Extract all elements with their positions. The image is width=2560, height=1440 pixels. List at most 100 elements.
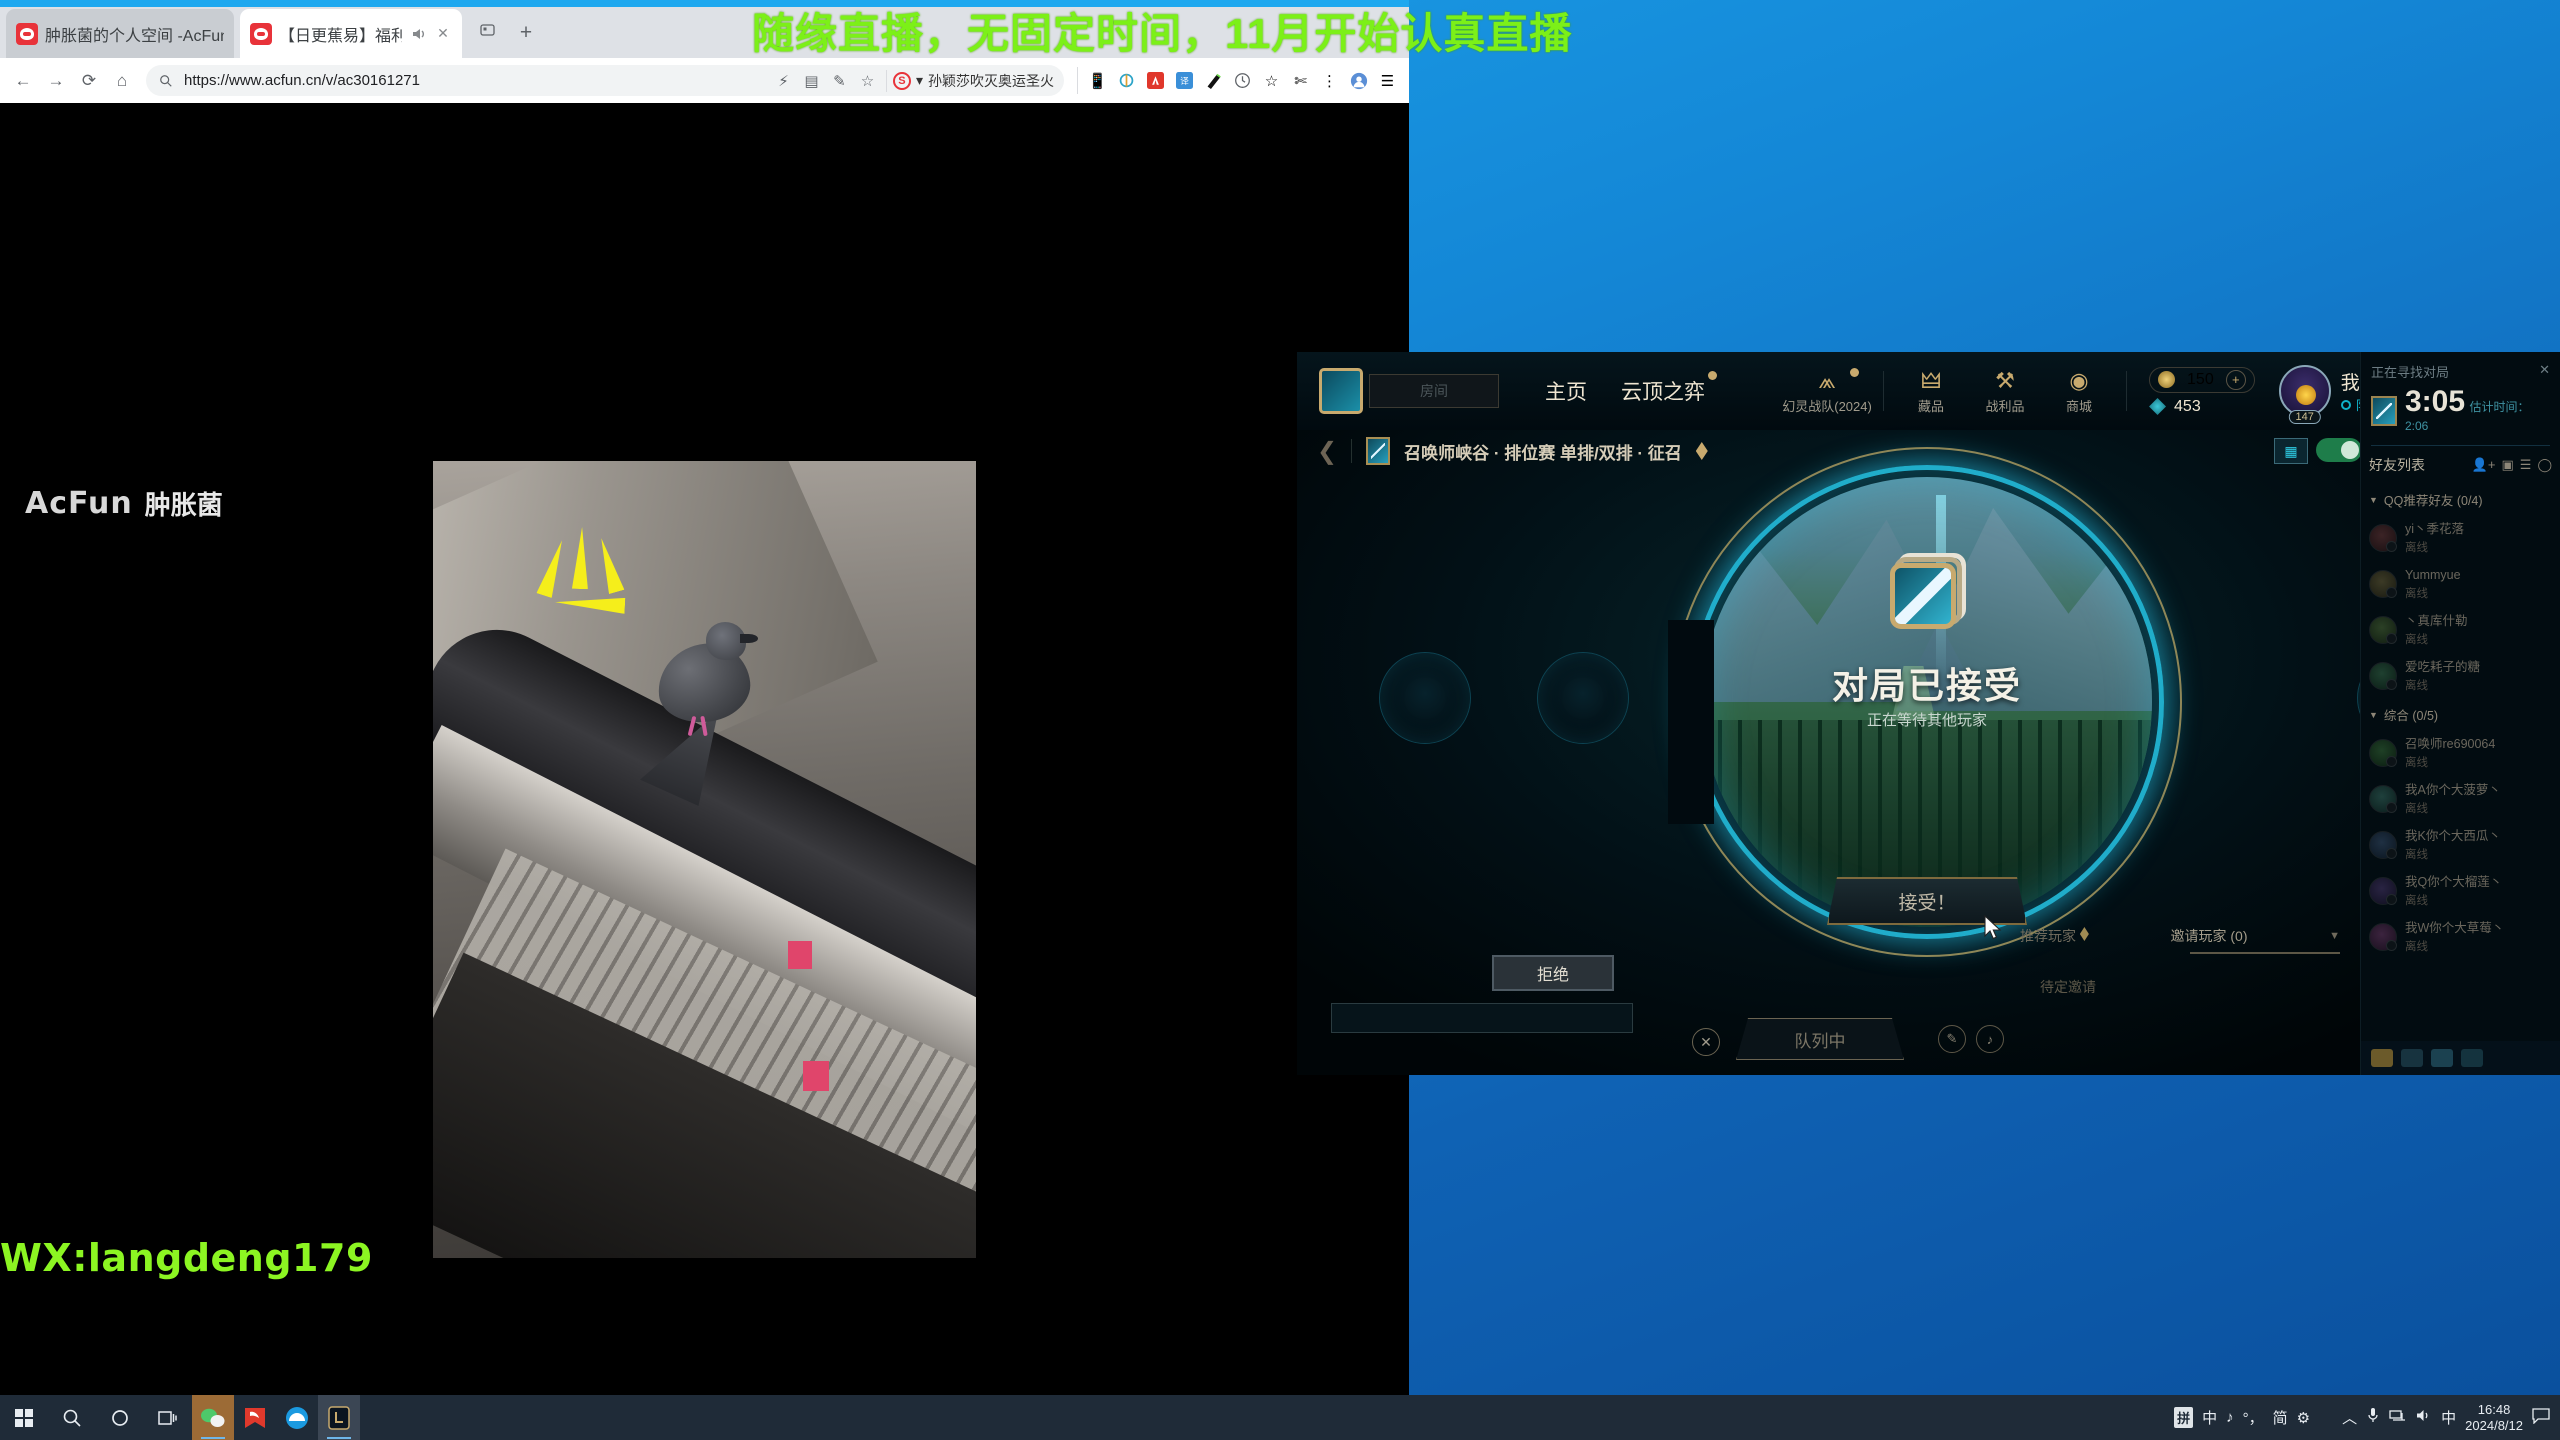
more-menu-icon[interactable]: ⋮ [1316, 67, 1343, 94]
friend-list-item[interactable]: 我A你个大菠萝丶 离线 [2361, 776, 2560, 822]
volume-icon[interactable] [2415, 1408, 2432, 1427]
list-icon[interactable]: ☰ [2520, 457, 2532, 473]
ime-pinyin-indicator[interactable]: 拼 [2174, 1407, 2194, 1428]
emote-icon[interactable] [2371, 1049, 2393, 1067]
qq-browser-icon[interactable] [276, 1395, 318, 1440]
avatar [2369, 524, 2397, 552]
recommend-players-tab[interactable]: 推荐玩家 [2020, 926, 2089, 946]
ime-punctuation-icon[interactable]: °， [2243, 1407, 2264, 1428]
edit-icon[interactable]: ✎ [1938, 1025, 1966, 1053]
color-icon[interactable] [1113, 67, 1140, 94]
task-view-icon[interactable] [144, 1395, 192, 1440]
friend-name: 爱吃耗子的糖 [2405, 660, 2481, 674]
nav-tft[interactable]: 云顶之弈 [1621, 371, 1717, 406]
mic-icon[interactable] [2366, 1407, 2380, 1428]
party-toggle[interactable] [2316, 438, 2362, 462]
bolt-icon[interactable]: ⚡ [774, 71, 793, 90]
chat-icon[interactable] [2431, 1049, 2453, 1067]
nav-clan[interactable]: ⩕ 幻灵战队(2024) [1781, 367, 1873, 415]
ime-moon-icon[interactable]: ♪ [2226, 1409, 2234, 1426]
browser-tab-inactive[interactable]: 肿胀菌的个人空间 -AcFun弹幕视频网 [6, 9, 234, 58]
windows-start-icon[interactable] [0, 1395, 48, 1440]
ime-simplified-indicator[interactable]: 简 [2273, 1407, 2288, 1428]
hamburger-menu-icon[interactable]: ☰ [1374, 67, 1401, 94]
avatar [2369, 616, 2397, 644]
settings-icon[interactable] [2461, 1049, 2483, 1067]
stats-icon[interactable]: ▦ [2274, 438, 2308, 464]
rp-box[interactable]: 150 + [2149, 366, 2255, 393]
cancel-queue-button[interactable]: ✕ [1692, 1028, 1720, 1056]
address-bar[interactable]: https://www.acfun.cn/v/ac30161271 ⚡ ▤ ✎ … [146, 65, 1064, 96]
friend-status: 离线 [2405, 895, 2428, 907]
friend-group-header[interactable]: ▼ QQ推荐好友 (0/4) [2361, 484, 2560, 515]
inbox-icon[interactable]: ▣ [2501, 457, 2513, 473]
bookmark-star-icon[interactable]: ☆ [858, 71, 877, 90]
search-icon[interactable]: ◯ [2537, 457, 2552, 473]
nav-store[interactable]: ◉ 商城 [2042, 368, 2116, 415]
cortana-icon[interactable] [96, 1395, 144, 1440]
friend-list-item[interactable]: 我K你个大西瓜丶 离线 [2361, 822, 2560, 868]
video-player[interactable] [433, 461, 976, 1258]
tray-language-label[interactable]: 中 [2441, 1407, 2456, 1428]
chat-input[interactable] [1331, 1003, 1633, 1033]
friend-list-item[interactable]: 召唤师re690064 离线 [2361, 730, 2560, 776]
nav-loot[interactable]: ⚒ 战利品 [1968, 368, 2042, 415]
clock-icon[interactable] [1229, 67, 1256, 94]
reader-icon[interactable]: ▤ [802, 71, 821, 90]
friend-list-item[interactable]: Yummyue 离线 [2361, 561, 2560, 607]
network-icon[interactable] [2389, 1408, 2406, 1427]
party-slot[interactable] [1537, 652, 1629, 744]
browser-window: 肿胀菌的个人空间 -AcFun弹幕视频网 【日更蕉易】福利有趣沙雕 ✕ + ← … [0, 0, 1409, 1421]
room-search-input[interactable]: 房间 [1369, 374, 1499, 408]
avatar [2369, 739, 2397, 767]
home-button[interactable]: ⌂ [107, 66, 137, 96]
friend-list-item[interactable]: 我W你个大草莓丶 离线 [2361, 914, 2560, 960]
adobe-icon[interactable] [1142, 67, 1169, 94]
friend-list-item[interactable]: 丶真库什勒 离线 [2361, 607, 2560, 653]
profile-banner-icon[interactable] [2401, 1049, 2423, 1067]
nav-home[interactable]: 主页 [1545, 376, 1587, 406]
tab-search-icon[interactable] [476, 22, 500, 46]
friend-list-item[interactable]: 爱吃耗子的糖 离线 [2361, 653, 2560, 699]
forward-button[interactable]: → [41, 66, 71, 96]
translate-icon[interactable]: 译 [1171, 67, 1198, 94]
back-button[interactable]: ← [8, 66, 38, 96]
new-tab-button[interactable]: + [514, 22, 538, 46]
invite-players-tab[interactable]: 邀请玩家 (0) [2171, 926, 2248, 946]
back-button[interactable]: ❮ [1317, 437, 1337, 466]
pen-icon[interactable]: ✎ [830, 71, 849, 90]
league-of-legends-icon[interactable] [318, 1395, 360, 1440]
reload-button[interactable]: ⟳ [74, 66, 104, 96]
friend-group-header[interactable]: ▼ 综合 (0/5) [2361, 699, 2560, 730]
paint-icon[interactable] [1200, 67, 1227, 94]
profile-icon[interactable] [1345, 67, 1372, 94]
friend-group-name: 综合 (0/5) [2383, 709, 2439, 723]
ime-language-indicator[interactable]: 中 [2202, 1407, 2217, 1428]
mic-icon[interactable]: ♪ [1976, 1025, 2004, 1053]
speaker-icon[interactable] [409, 25, 427, 43]
notification-icon[interactable] [2532, 1407, 2550, 1428]
avatar[interactable]: 147 [2278, 365, 2331, 424]
search-suggestion[interactable]: S ▾ 孙颖莎吹灭奥运圣火 [885, 69, 1054, 92]
gear-icon[interactable]: ⚙ [2297, 1409, 2310, 1427]
friend-list-item[interactable]: 我Q你个大榴莲丶 离线 [2361, 868, 2560, 914]
clock[interactable]: 16:48 2024/8/12 [2465, 1402, 2523, 1434]
mobile-icon[interactable]: 📱 [1084, 67, 1111, 94]
close-icon[interactable]: ✕ [434, 25, 452, 43]
sogou-icon[interactable] [234, 1395, 276, 1440]
queue-status-button[interactable]: 队列中 [1736, 1018, 1904, 1060]
chevron-up-icon[interactable]: ︿ [2342, 1407, 2357, 1428]
close-icon[interactable]: ✕ [2539, 362, 2550, 381]
browser-tab-active[interactable]: 【日更蕉易】福利有趣沙雕 ✕ [240, 9, 462, 58]
search-icon[interactable] [48, 1395, 96, 1440]
chevron-down-icon[interactable]: ▼ [2329, 930, 2340, 942]
nav-collection[interactable]: 🜲 藏品 [1894, 368, 1968, 415]
add-rp-button[interactable]: + [2225, 369, 2246, 390]
wechat-icon[interactable] [192, 1395, 234, 1440]
friend-list-item[interactable]: yi丶季花落 离线 [2361, 515, 2560, 561]
party-slot[interactable] [1379, 652, 1471, 744]
add-friend-icon[interactable]: 👤+ [2472, 457, 2496, 473]
bookmark-icon[interactable]: ☆ [1258, 67, 1285, 94]
scissors-icon[interactable]: ✄ [1287, 67, 1314, 94]
decline-button[interactable]: 拒绝 [1492, 955, 1614, 991]
